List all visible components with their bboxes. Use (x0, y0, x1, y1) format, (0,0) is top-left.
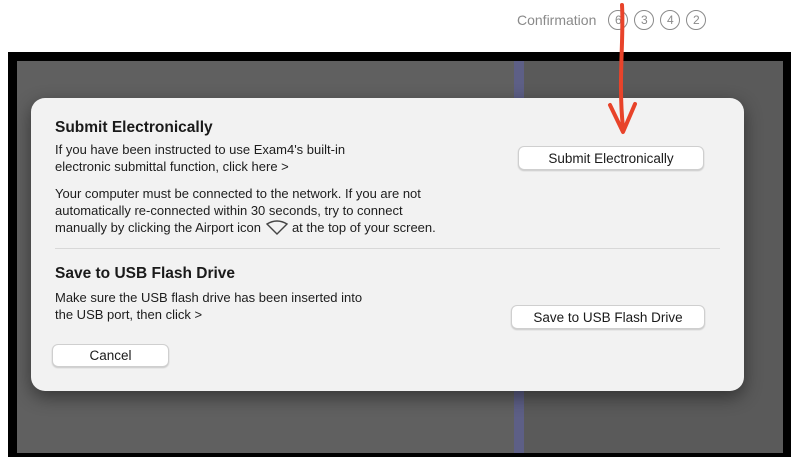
cancel-button[interactable]: Cancel (52, 344, 169, 367)
network-note-text: at the top of your screen. (291, 220, 436, 235)
wifi-icon (265, 219, 289, 235)
submit-instruction: If you have been instructed to use Exam4… (55, 142, 345, 175)
network-note-line: Your computer must be connected to the n… (55, 186, 421, 201)
network-note: Your computer must be connected to the n… (55, 186, 436, 237)
usb-instruction-line: Make sure the USB flash drive has been i… (55, 290, 363, 305)
network-note-text: manually by clicking the Airport icon (55, 220, 261, 235)
usb-section-title: Save to USB Flash Drive (55, 265, 236, 282)
usb-instruction: Make sure the USB flash drive has been i… (55, 290, 362, 323)
step-badge: 4 (660, 10, 681, 30)
arrow-down-icon (608, 3, 637, 134)
section-divider (55, 248, 720, 249)
step-badge: 2 (686, 10, 707, 30)
submit-instruction-line: If you have been instructed to use Exam4… (55, 142, 346, 157)
network-note-line3: manually by clicking the Airport icon at … (55, 219, 436, 237)
submit-instruction-line: electronic submittal function, click her… (55, 158, 289, 174)
submit-section-title: Submit Electronically (55, 119, 213, 136)
confirmation-label: Confirmation (517, 12, 597, 28)
save-to-usb-button[interactable]: Save to USB Flash Drive (511, 305, 705, 329)
usb-instruction-line: the USB port, then click > (55, 306, 203, 322)
network-note-line: automatically re-connected within 30 sec… (55, 202, 403, 218)
